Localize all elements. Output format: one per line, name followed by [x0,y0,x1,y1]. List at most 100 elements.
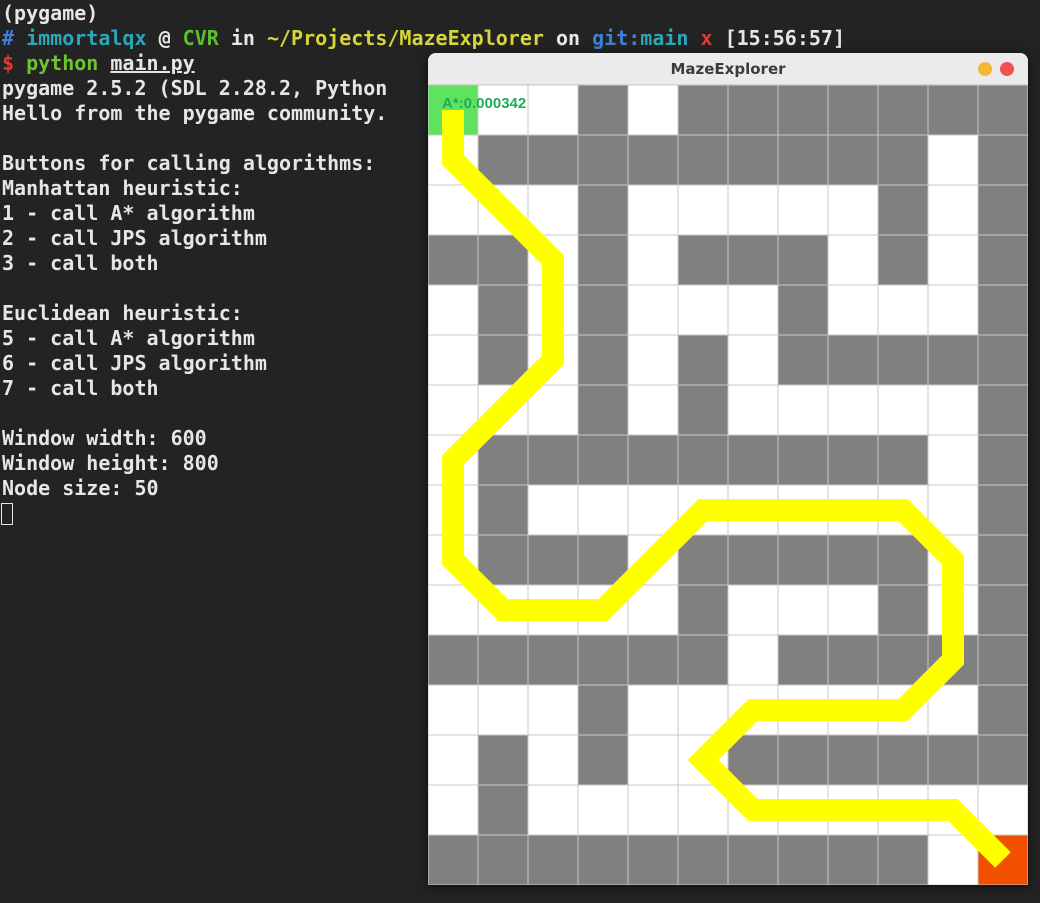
maze-cell-wall[interactable] [827,134,879,186]
maze-cell-open[interactable] [677,284,729,336]
maze-cell-open[interactable] [428,334,479,386]
maze-cell-open[interactable] [428,684,479,736]
maze-cell-wall[interactable] [677,384,729,436]
maze-cell-wall[interactable] [677,834,729,885]
maze-cell-wall[interactable] [977,584,1028,636]
maze-cell-wall[interactable] [877,584,929,636]
maze-cell-wall[interactable] [877,234,929,286]
maze-cell-wall[interactable] [877,434,929,486]
maze-cell-wall[interactable] [577,284,629,336]
maze-cell-wall[interactable] [477,784,529,836]
maze-cell-open[interactable] [927,284,979,336]
maze-cell-open[interactable] [927,184,979,236]
maze-cell-wall[interactable] [727,85,779,136]
maze-cell-open[interactable] [428,284,479,336]
maze-cell-open[interactable] [627,334,679,386]
maze-cell-open[interactable] [777,184,829,236]
maze-cell-wall[interactable] [677,85,729,136]
maze-explorer-window[interactable]: MazeExplorer A*:0.000342 [428,53,1028,885]
maze-cell-wall[interactable] [727,534,779,586]
maze-cell-open[interactable] [577,484,629,536]
maze-cell-open[interactable] [627,184,679,236]
maze-cell-wall[interactable] [727,134,779,186]
maze-cell-wall[interactable] [877,834,929,885]
maze-cell-wall[interactable] [827,85,879,136]
maze-cell-wall[interactable] [577,434,629,486]
maze-cell-wall[interactable] [927,334,979,386]
maze-cell-wall[interactable] [577,184,629,236]
maze-cell-wall[interactable] [577,734,629,786]
maze-cell-open[interactable] [727,634,779,686]
maze-cell-wall[interactable] [827,534,879,586]
maze-cell-wall[interactable] [827,434,879,486]
maze-cell-wall[interactable] [577,234,629,286]
maze-cell-open[interactable] [727,584,779,636]
maze-cell-open[interactable] [727,184,779,236]
maze-cell-wall[interactable] [777,334,829,386]
maze-cell-wall[interactable] [577,684,629,736]
maze-cell-wall[interactable] [577,384,629,436]
maze-cell-open[interactable] [627,784,679,836]
maze-cell-wall[interactable] [777,534,829,586]
maze-cell-open[interactable] [627,384,679,436]
maze-cell-wall[interactable] [677,234,729,286]
maze-cell-wall[interactable] [527,134,579,186]
maze-cell-open[interactable] [627,684,679,736]
maze-cell-open[interactable] [527,784,579,836]
maze-cell-wall[interactable] [877,134,929,186]
maze-cell-wall[interactable] [577,834,629,885]
maze-cell-open[interactable] [727,384,779,436]
minimize-button[interactable] [978,62,992,76]
maze-cell-wall[interactable] [677,334,729,386]
maze-cell-wall[interactable] [477,284,529,336]
maze-cell-open[interactable] [627,734,679,786]
maze-cell-wall[interactable] [777,234,829,286]
maze-cell-wall[interactable] [977,734,1028,786]
maze-cell-wall[interactable] [977,484,1028,536]
maze-cell-wall[interactable] [627,834,679,885]
maze-cell-wall[interactable] [977,384,1028,436]
maze-cell-wall[interactable] [577,85,629,136]
close-button[interactable] [1000,62,1014,76]
maze-canvas[interactable]: A*:0.000342 [428,85,1028,885]
maze-cell-open[interactable] [428,734,479,786]
maze-cell-open[interactable] [927,234,979,286]
maze-cell-open[interactable] [477,684,529,736]
maze-cell-open[interactable] [927,434,979,486]
maze-cell-open[interactable] [527,684,579,736]
maze-cell-wall[interactable] [627,434,679,486]
maze-cell-wall[interactable] [527,534,579,586]
maze-cell-open[interactable] [827,184,879,236]
maze-cell-wall[interactable] [977,634,1028,686]
maze-cell-wall[interactable] [977,534,1028,586]
maze-cell-wall[interactable] [627,634,679,686]
maze-cell-wall[interactable] [877,734,929,786]
maze-cell-wall[interactable] [677,634,729,686]
maze-cell-open[interactable] [627,85,679,136]
maze-cell-open[interactable] [927,384,979,436]
maze-cell-open[interactable] [827,584,879,636]
maze-cell-wall[interactable] [777,634,829,686]
maze-cell-wall[interactable] [677,584,729,636]
maze-cell-open[interactable] [577,784,629,836]
maze-cell-wall[interactable] [677,134,729,186]
maze-cell-open[interactable] [627,234,679,286]
window-titlebar[interactable]: MazeExplorer [428,53,1028,85]
maze-cell-wall[interactable] [827,834,879,885]
maze-cell-open[interactable] [877,384,929,436]
maze-cell-wall[interactable] [977,684,1028,736]
maze-cell-wall[interactable] [777,134,829,186]
maze-cell-wall[interactable] [577,334,629,386]
maze-cell-wall[interactable] [977,85,1028,136]
maze-cell-wall[interactable] [977,184,1028,236]
maze-cell-wall[interactable] [477,734,529,786]
maze-cell-wall[interactable] [677,434,729,486]
maze-cell-wall[interactable] [827,634,879,686]
maze-cell-wall[interactable] [827,334,879,386]
maze-cell-open[interactable] [777,584,829,636]
maze-cell-wall[interactable] [727,434,779,486]
maze-cell-wall[interactable] [927,734,979,786]
maze-cell-wall[interactable] [727,834,779,885]
maze-cell-open[interactable] [827,284,879,336]
maze-cell-wall[interactable] [977,234,1028,286]
